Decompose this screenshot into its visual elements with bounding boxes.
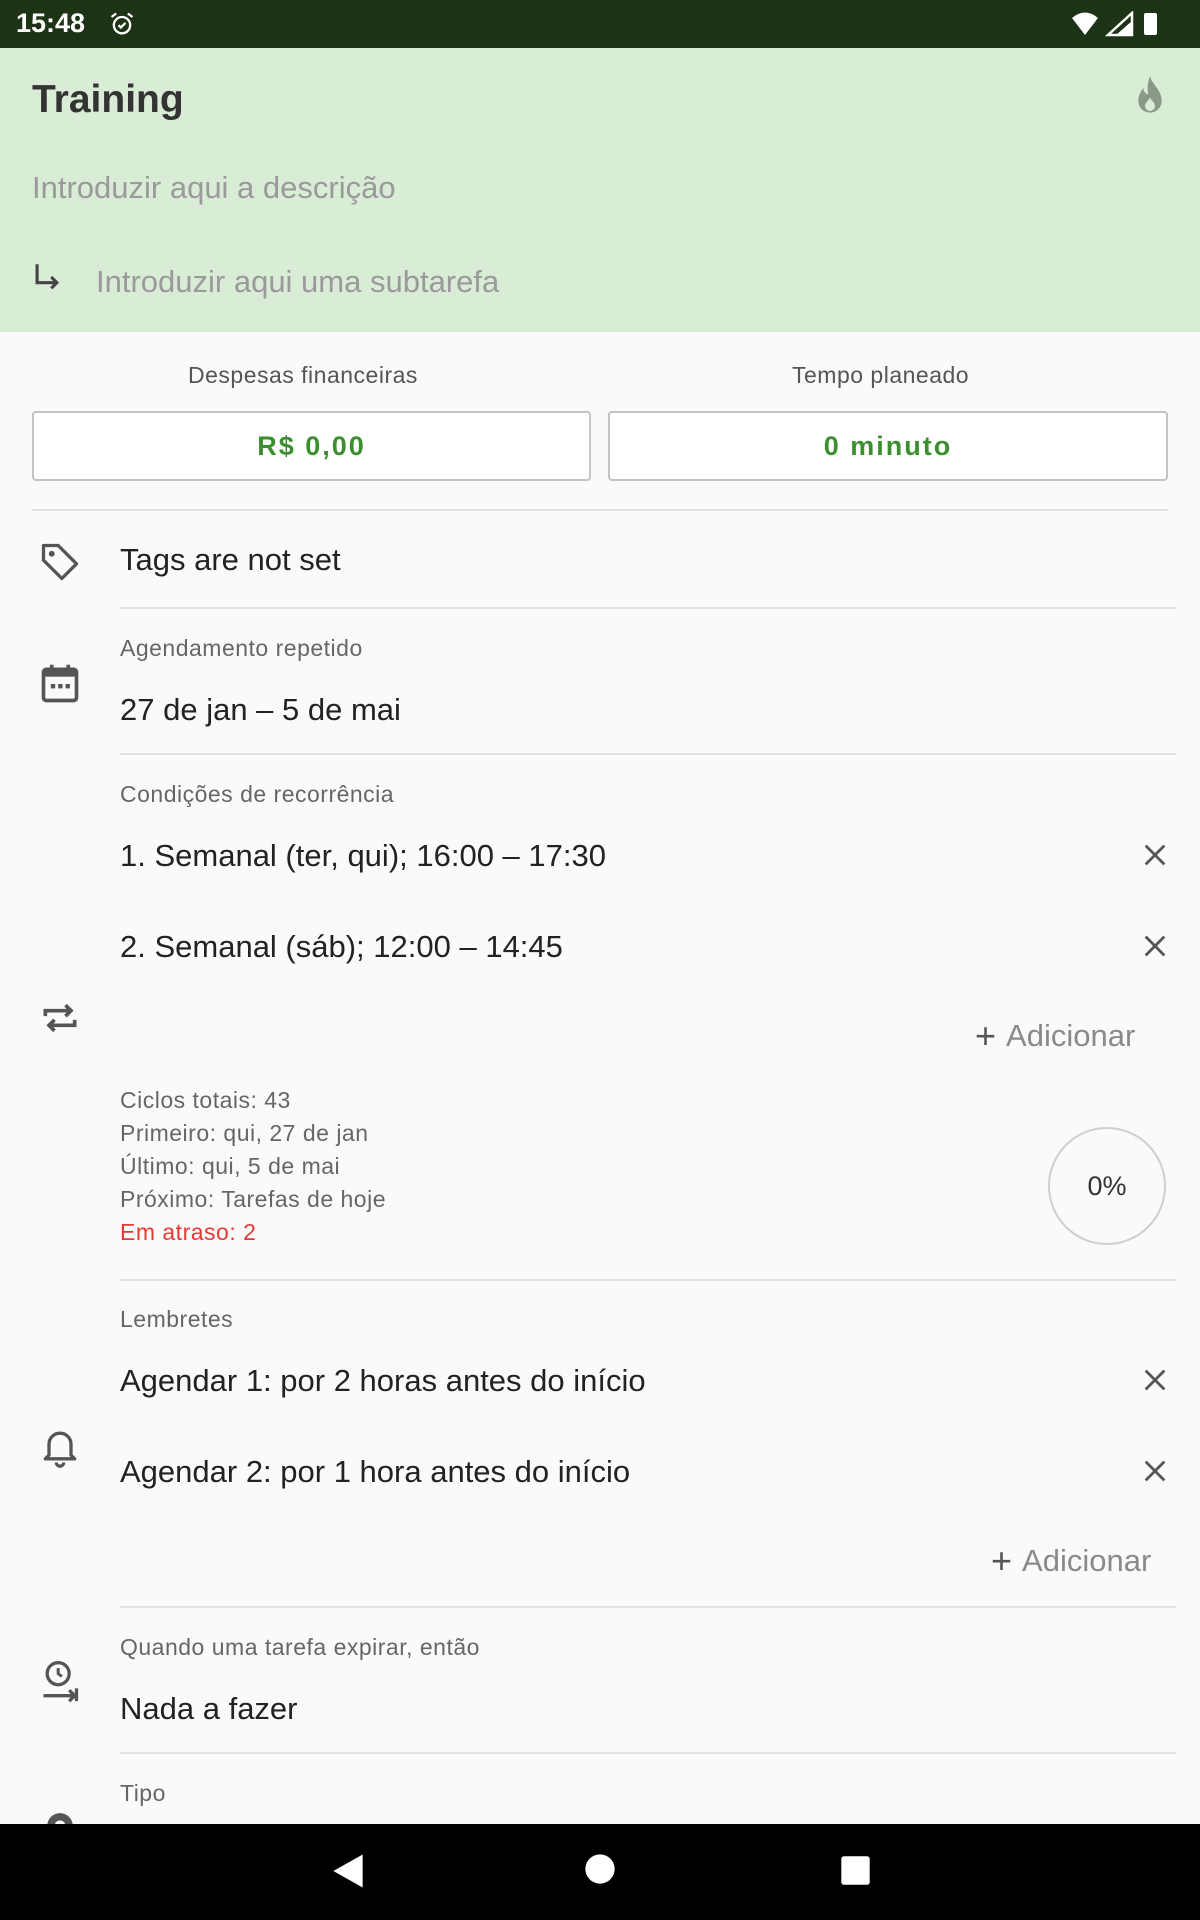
- close-icon[interactable]: [1141, 1457, 1169, 1485]
- clock-arrow-icon: [43, 1661, 79, 1703]
- overview-icon[interactable]: [840, 1855, 871, 1886]
- flame-icon[interactable]: [1130, 74, 1170, 118]
- progress-percent: 0%: [1087, 1170, 1127, 1201]
- first-cycle: Primeiro: qui, 27 de jan: [120, 1120, 369, 1146]
- status-bar: 15:48: [0, 0, 1200, 48]
- add-reminder-button[interactable]: + Adicionar: [991, 1540, 1151, 1582]
- recurrence-item[interactable]: 2. Semanal (sáb); 12:00 – 14:45: [120, 929, 563, 965]
- close-icon[interactable]: [1141, 841, 1169, 869]
- reminder-item[interactable]: Agendar 2: por 1 hora antes do início: [120, 1454, 630, 1490]
- next-cycle: Próximo: Tarefas de hoje: [120, 1186, 386, 1212]
- bell-icon: [43, 1431, 77, 1468]
- divider: [32, 509, 1168, 511]
- expenses-label: Despesas financeiras: [188, 362, 418, 388]
- alarm-icon: [110, 12, 134, 35]
- divider: [120, 607, 1176, 609]
- divider: [120, 1752, 1176, 1754]
- description-input[interactable]: Introduzir aqui a descrição: [32, 170, 396, 206]
- close-icon[interactable]: [1141, 932, 1169, 960]
- divider: [120, 753, 1176, 755]
- task-header: Training Introduzir aqui a descrição Int…: [0, 48, 1200, 332]
- divider: [120, 1279, 1176, 1281]
- plus-icon: +: [991, 1540, 1013, 1581]
- type-label: Tipo: [120, 1780, 166, 1806]
- expenses-button[interactable]: R$ 0,00: [32, 411, 591, 481]
- schedule-value[interactable]: 27 de jan – 5 de mai: [120, 692, 401, 728]
- close-icon[interactable]: [1141, 1366, 1169, 1394]
- overdue-count: Em atraso: 2: [120, 1219, 257, 1245]
- add-recurrence-button[interactable]: + Adicionar: [975, 1015, 1135, 1057]
- expiry-label: Quando uma tarefa expirar, então: [120, 1634, 480, 1660]
- expiry-value[interactable]: Nada a fazer: [120, 1691, 298, 1727]
- reminders-label: Lembretes: [120, 1306, 234, 1332]
- system-status-icons: [1072, 11, 1157, 37]
- task-title[interactable]: Training: [32, 78, 184, 122]
- repeat-icon: [43, 1003, 77, 1033]
- schedule-label: Agendamento repetido: [120, 635, 363, 661]
- planned-time-label: Tempo planeado: [792, 362, 970, 388]
- total-cycles: Ciclos totais: 43: [120, 1087, 291, 1113]
- subdirectory-arrow-icon: [35, 264, 60, 290]
- wifi-icon: [1072, 12, 1098, 35]
- planned-time-button[interactable]: 0 minuto: [608, 411, 1168, 481]
- recurrence-stats: Ciclos totais: 43 Primeiro: qui, 27 de j…: [120, 1084, 386, 1249]
- home-icon[interactable]: [584, 1853, 616, 1885]
- navigation-bar: [0, 1824, 1200, 1920]
- tags-field[interactable]: Tags are not set: [120, 542, 341, 578]
- tag-icon: [41, 543, 79, 581]
- recurrence-item[interactable]: 1. Semanal (ter, qui); 16:00 – 17:30: [120, 838, 606, 874]
- battery-icon: [1144, 13, 1157, 35]
- back-icon[interactable]: [326, 1849, 370, 1893]
- status-time: 15:48: [16, 8, 86, 38]
- last-cycle: Último: qui, 5 de mai: [120, 1153, 341, 1179]
- calendar-icon: [41, 664, 79, 703]
- progress-circle: 0%: [1048, 1127, 1166, 1245]
- subtask-input[interactable]: Introduzir aqui uma subtarefa: [96, 264, 499, 300]
- divider: [120, 1606, 1176, 1608]
- plus-icon: +: [975, 1015, 997, 1056]
- reminder-item[interactable]: Agendar 1: por 2 horas antes do início: [120, 1363, 646, 1399]
- recurrence-label: Condições de recorrência: [120, 781, 395, 807]
